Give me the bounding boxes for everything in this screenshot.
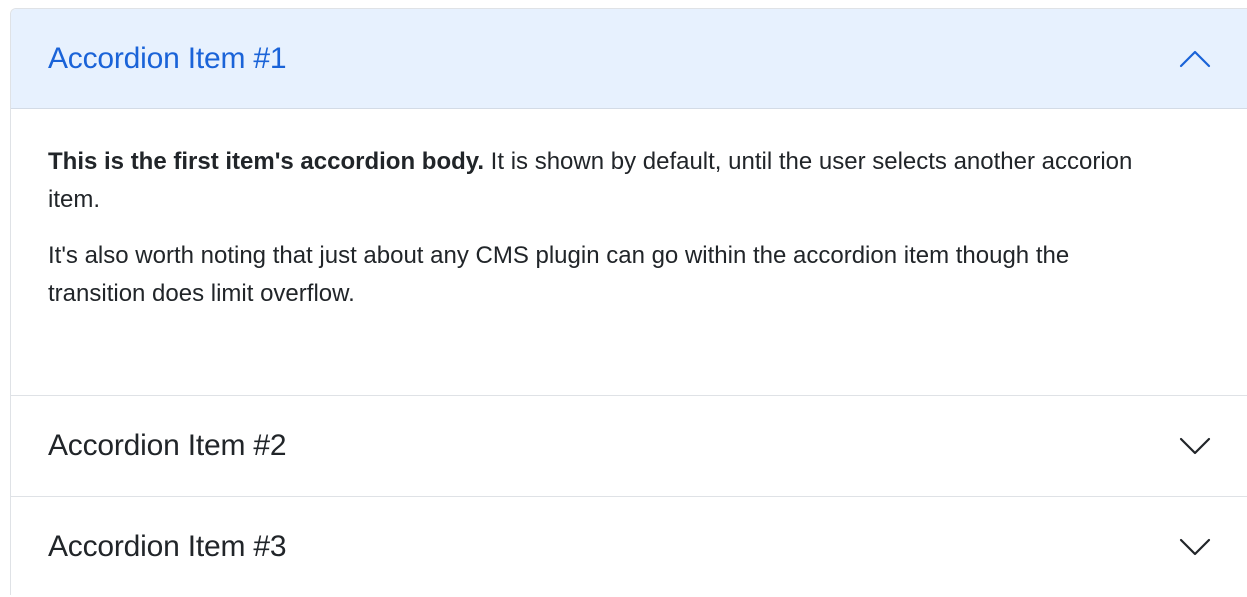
- accordion-title-1: Accordion Item #1: [48, 41, 287, 75]
- chevron-up-icon: [1179, 50, 1211, 67]
- accordion-title-3: Accordion Item #3: [48, 530, 287, 563]
- accordion-item-3: Accordion Item #3: [11, 497, 1247, 597]
- accordion: Accordion Item #1 This is the first item…: [10, 8, 1247, 595]
- accordion-header-1[interactable]: Accordion Item #1: [11, 9, 1247, 109]
- accordion-header-3[interactable]: Accordion Item #3: [11, 497, 1247, 597]
- accordion-body-paragraph-1: This is the first item's accordion body.…: [48, 143, 1148, 219]
- accordion-body-bold-text: This is the first item's accordion body.: [48, 148, 485, 175]
- accordion-title-2: Accordion Item #2: [48, 429, 287, 462]
- chevron-down-icon: [1179, 538, 1211, 556]
- accordion-body-1: This is the first item's accordion body.…: [11, 109, 1247, 396]
- accordion-item-1: Accordion Item #1 This is the first item…: [11, 9, 1247, 396]
- accordion-body-paragraph-2: It's also worth noting that just about a…: [48, 242, 1070, 307]
- chevron-down-icon: [1179, 437, 1211, 455]
- accordion-item-2: Accordion Item #2: [11, 396, 1247, 497]
- accordion-header-2[interactable]: Accordion Item #2: [11, 396, 1247, 497]
